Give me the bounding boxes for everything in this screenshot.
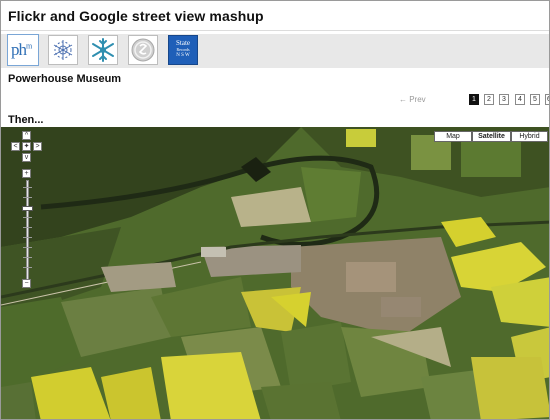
page-title: Flickr and Google street view mashup — [8, 8, 264, 24]
state-records-line-3: N S W — [176, 53, 190, 58]
page-link-2[interactable]: 2 — [484, 94, 494, 105]
snowflake-logo-1[interactable] — [48, 35, 78, 65]
zoom-slider-tick — [23, 197, 32, 198]
page-link-3[interactable]: 3 — [499, 94, 509, 105]
coin-icon — [131, 38, 155, 62]
page-link-4[interactable]: 4 — [515, 94, 525, 105]
pan-right-button[interactable]: > — [33, 142, 42, 151]
title-divider — [1, 30, 549, 31]
then-label: Then... — [8, 114, 44, 126]
zoom-slider-tick — [23, 267, 32, 268]
logo-strip: phm State Records N S W — [1, 34, 549, 68]
zoom-in-button[interactable]: + — [22, 169, 31, 178]
zoom-slider-tick — [23, 187, 32, 188]
page-link-1[interactable]: 1 — [469, 94, 479, 105]
zoom-slider-thumb[interactable] — [22, 206, 33, 211]
snowflake-icon — [53, 40, 73, 60]
map-type-hybrid-button[interactable]: Hybrid — [511, 131, 548, 142]
page-frame: Flickr and Google street view mashup phm — [0, 0, 550, 420]
pagination-prev[interactable]: ← Prev — [399, 95, 426, 104]
powerhouse-museum-logo[interactable]: phm — [7, 34, 39, 66]
snowflake-logo-2[interactable] — [88, 35, 118, 65]
state-records-nsw-logo[interactable]: State Records N S W — [168, 35, 198, 65]
coin-logo[interactable] — [128, 35, 158, 65]
zoom-out-button[interactable]: − — [22, 279, 31, 288]
map-type-satellite-button[interactable]: Satellite — [472, 131, 511, 142]
zoom-slider-tick — [23, 227, 32, 228]
state-records-line-1: State — [176, 39, 190, 47]
satellite-map[interactable]: Map Satellite Hybrid ^ < ✦ > v + − — [1, 127, 549, 419]
zoom-slider-track[interactable] — [26, 180, 29, 280]
pan-up-button[interactable]: ^ — [22, 131, 31, 140]
powerhouse-logo-text: ph — [11, 40, 27, 59]
pan-left-button[interactable]: < — [11, 142, 20, 151]
state-records-line-2: Records — [176, 47, 190, 52]
zoom-slider-tick — [23, 257, 32, 258]
satellite-imagery — [1, 127, 549, 419]
pan-center-button[interactable]: ✦ — [22, 142, 31, 151]
powerhouse-logo-superscript: m — [26, 41, 32, 51]
zoom-slider-tick — [23, 247, 32, 248]
teal-snowflake-icon — [92, 38, 114, 62]
pan-down-button[interactable]: v — [22, 153, 31, 162]
page-link-6[interactable]: 6 — [545, 94, 549, 105]
page-link-5[interactable]: 5 — [530, 94, 540, 105]
section-title: Powerhouse Museum — [8, 73, 122, 85]
pagination: ← Prev 1 2 3 4 5 6 — [399, 94, 549, 106]
zoom-slider-tick — [23, 237, 32, 238]
map-type-map-button[interactable]: Map — [434, 131, 472, 142]
zoom-slider-tick — [23, 217, 32, 218]
